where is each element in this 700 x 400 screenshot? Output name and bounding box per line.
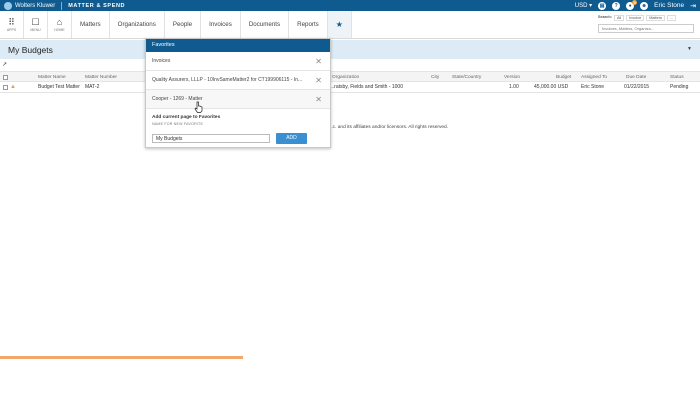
favorites-title: Favorites	[146, 39, 330, 52]
apps-label: APPS	[6, 28, 17, 32]
matter-name-link[interactable]: Budget Test Matter	[38, 82, 80, 93]
export-icon[interactable]: ↗	[2, 61, 7, 68]
search-tab-all[interactable]: All	[613, 15, 625, 21]
nav-matters[interactable]: Matters	[72, 11, 110, 38]
remove-favorite-icon[interactable]: ✕	[315, 52, 322, 70]
brand-name: Wolters Kluwer	[15, 2, 56, 9]
add-favorite-heading: Add current page to Favorites	[152, 115, 221, 120]
favorite-name-input[interactable]	[152, 134, 270, 143]
page-title: My Budgets	[8, 44, 53, 55]
select-all-checkbox[interactable]	[3, 75, 8, 80]
hand-cursor-icon	[194, 101, 203, 113]
add-favorite-button[interactable]: ADD	[276, 133, 307, 144]
favorite-item-label: Quality Assurers, LLLP - 10InvSameMatter…	[152, 77, 303, 83]
table-row[interactable]: ▲ Budget Test Matter MAT-2 ...ratsby, Fi…	[0, 82, 700, 93]
favorite-item[interactable]: Invoices ✕	[146, 52, 330, 71]
logout-icon[interactable]: ⇥	[690, 2, 696, 10]
version: 1.00	[509, 84, 519, 90]
help-icon[interactable]: ?	[612, 1, 621, 10]
favorite-item-label: Invoices	[152, 58, 171, 64]
top-bar: Wolters Kluwer MATTER & SPEND USD ▾ ▤ ? …	[0, 0, 700, 11]
row-checkbox[interactable]	[3, 85, 8, 90]
nav-invoices[interactable]: Invoices	[201, 11, 241, 38]
notification-icon[interactable]: ● 3	[626, 0, 638, 10]
home-button[interactable]: ⌂ HOME	[48, 11, 72, 38]
search-tab-matters[interactable]: Matters	[646, 15, 665, 21]
home-label: HOME	[54, 28, 65, 32]
search-tab-invoice[interactable]: Invoice	[626, 15, 645, 21]
search-input[interactable]	[598, 24, 694, 33]
currency-label: USD	[574, 3, 588, 9]
loading-progress-bar	[0, 356, 243, 359]
favorites-star-icon[interactable]: ★	[327, 11, 352, 38]
assigned-to: Eric Stone	[581, 84, 605, 90]
page-header: My Budgets ▼	[0, 40, 700, 59]
menu-icon: ☐	[31, 17, 40, 27]
nav-reports[interactable]: Reports	[289, 11, 328, 38]
brand-divider	[61, 1, 63, 10]
favorite-name-label: NAME FOR NEW FAVORITE	[152, 122, 204, 126]
table-header: Matter Name Matter Number Organization C…	[0, 71, 700, 82]
nav-people[interactable]: People	[165, 11, 202, 38]
budgets-table: Matter Name Matter Number Organization C…	[0, 71, 700, 93]
brand[interactable]: Wolters Kluwer MATTER & SPEND	[0, 0, 125, 11]
main-nav: ⠿ APPS ☐ MENU ⌂ HOME Matters Organizatio…	[0, 11, 700, 39]
user-avatar-icon[interactable]: ☻	[640, 1, 649, 10]
search-tab-more[interactable]: ...	[666, 15, 677, 21]
budget: 45,000.00 USD	[534, 84, 569, 90]
copyright-text: ..c. and its affiliates and/or licensors…	[330, 125, 449, 130]
favorite-item[interactable]: Quality Assurers, LLLP - 10InvSameMatter…	[146, 71, 330, 90]
apps-grid-icon: ⠿	[8, 17, 15, 27]
nav-documents[interactable]: Documents	[241, 11, 290, 38]
favorites-panel: Favorites Invoices ✕ Quality Assurers, L…	[145, 38, 331, 148]
favorite-item[interactable]: Cooper - 1269 - Matter ✕	[146, 90, 330, 109]
menu-button[interactable]: ☐ MENU	[24, 11, 48, 38]
home-icon: ⌂	[56, 17, 63, 27]
nav-organizations[interactable]: Organizations	[110, 11, 165, 38]
organization: ...ratsby, Fields and Smith - 1000	[330, 84, 403, 90]
wolters-kluwer-logo-icon	[4, 1, 12, 10]
apps-button[interactable]: ⠿ APPS	[0, 11, 24, 38]
remove-favorite-icon[interactable]: ✕	[315, 90, 322, 108]
notification-badge: 3	[632, 0, 638, 5]
collapse-caret-icon[interactable]: ▼	[687, 46, 692, 52]
remove-favorite-icon[interactable]: ✕	[315, 71, 322, 89]
currency-selector[interactable]: USD ▾	[575, 2, 592, 9]
matter-number: MAT-2	[85, 84, 100, 90]
search-area: Search: All Invoice Matters ...	[598, 15, 694, 33]
product-name: MATTER & SPEND	[68, 2, 126, 9]
print-icon[interactable]: ▤	[598, 1, 607, 10]
status: Pending	[670, 84, 689, 90]
chevron-down-icon: ▾	[589, 3, 593, 9]
menu-label: MENU	[30, 28, 41, 32]
user-name[interactable]: Eric Stone	[654, 2, 684, 9]
warning-icon: ▲	[10, 84, 16, 90]
search-label: Search:	[598, 15, 612, 19]
due-date: 01/22/2015	[624, 84, 650, 90]
